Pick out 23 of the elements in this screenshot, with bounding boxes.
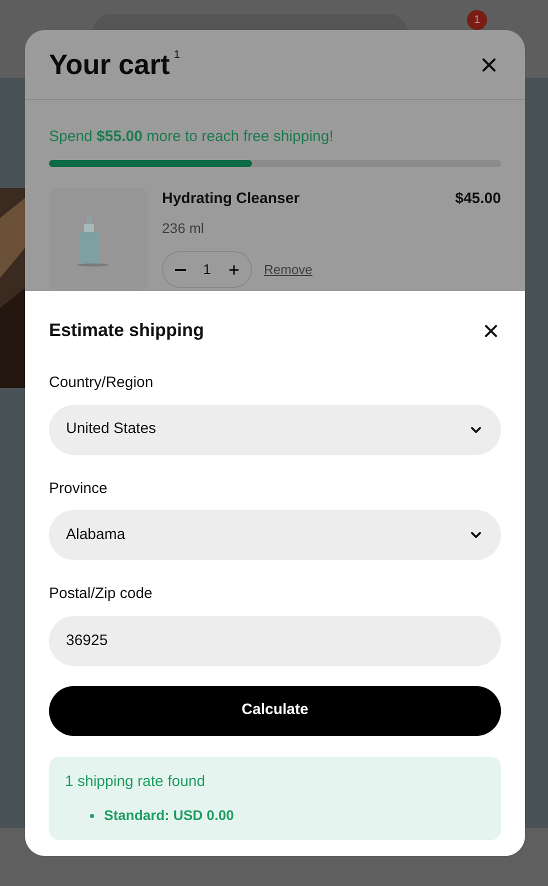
- field-label: Postal/Zip code: [49, 584, 154, 604]
- cart-count: 1: [174, 48, 180, 62]
- input-field[interactable]: 36925: [49, 616, 501, 666]
- minus-icon: [174, 268, 186, 270]
- increase-button[interactable]: [226, 262, 241, 276]
- select-field[interactable]: Alabama: [49, 510, 501, 560]
- quantity-value: 1: [203, 260, 211, 279]
- cart-badge: 1: [467, 10, 487, 30]
- calculate-button[interactable]: Calculate: [49, 686, 501, 736]
- free-shipping-message: Spend $55.00 more to reach free shipping!: [49, 127, 334, 147]
- plus-icon: [226, 262, 241, 276]
- product-price: $45.00: [455, 188, 501, 208]
- result-title: 1 shipping rate found: [65, 772, 206, 792]
- bullet-icon: [90, 814, 94, 818]
- product-name: Hydrating Cleanser: [162, 188, 300, 208]
- product-variant: 236 ml: [162, 219, 206, 238]
- field-label: Province: [49, 478, 108, 498]
- shipping-title: Estimate shipping: [49, 319, 204, 342]
- shipping-rate: Standard: USD 0.00: [104, 806, 234, 825]
- field-label: Country/Region: [49, 373, 154, 393]
- select-field[interactable]: United States: [49, 404, 501, 454]
- remove-link[interactable]: Remove: [264, 260, 312, 280]
- cart-title: Your cart: [49, 50, 170, 78]
